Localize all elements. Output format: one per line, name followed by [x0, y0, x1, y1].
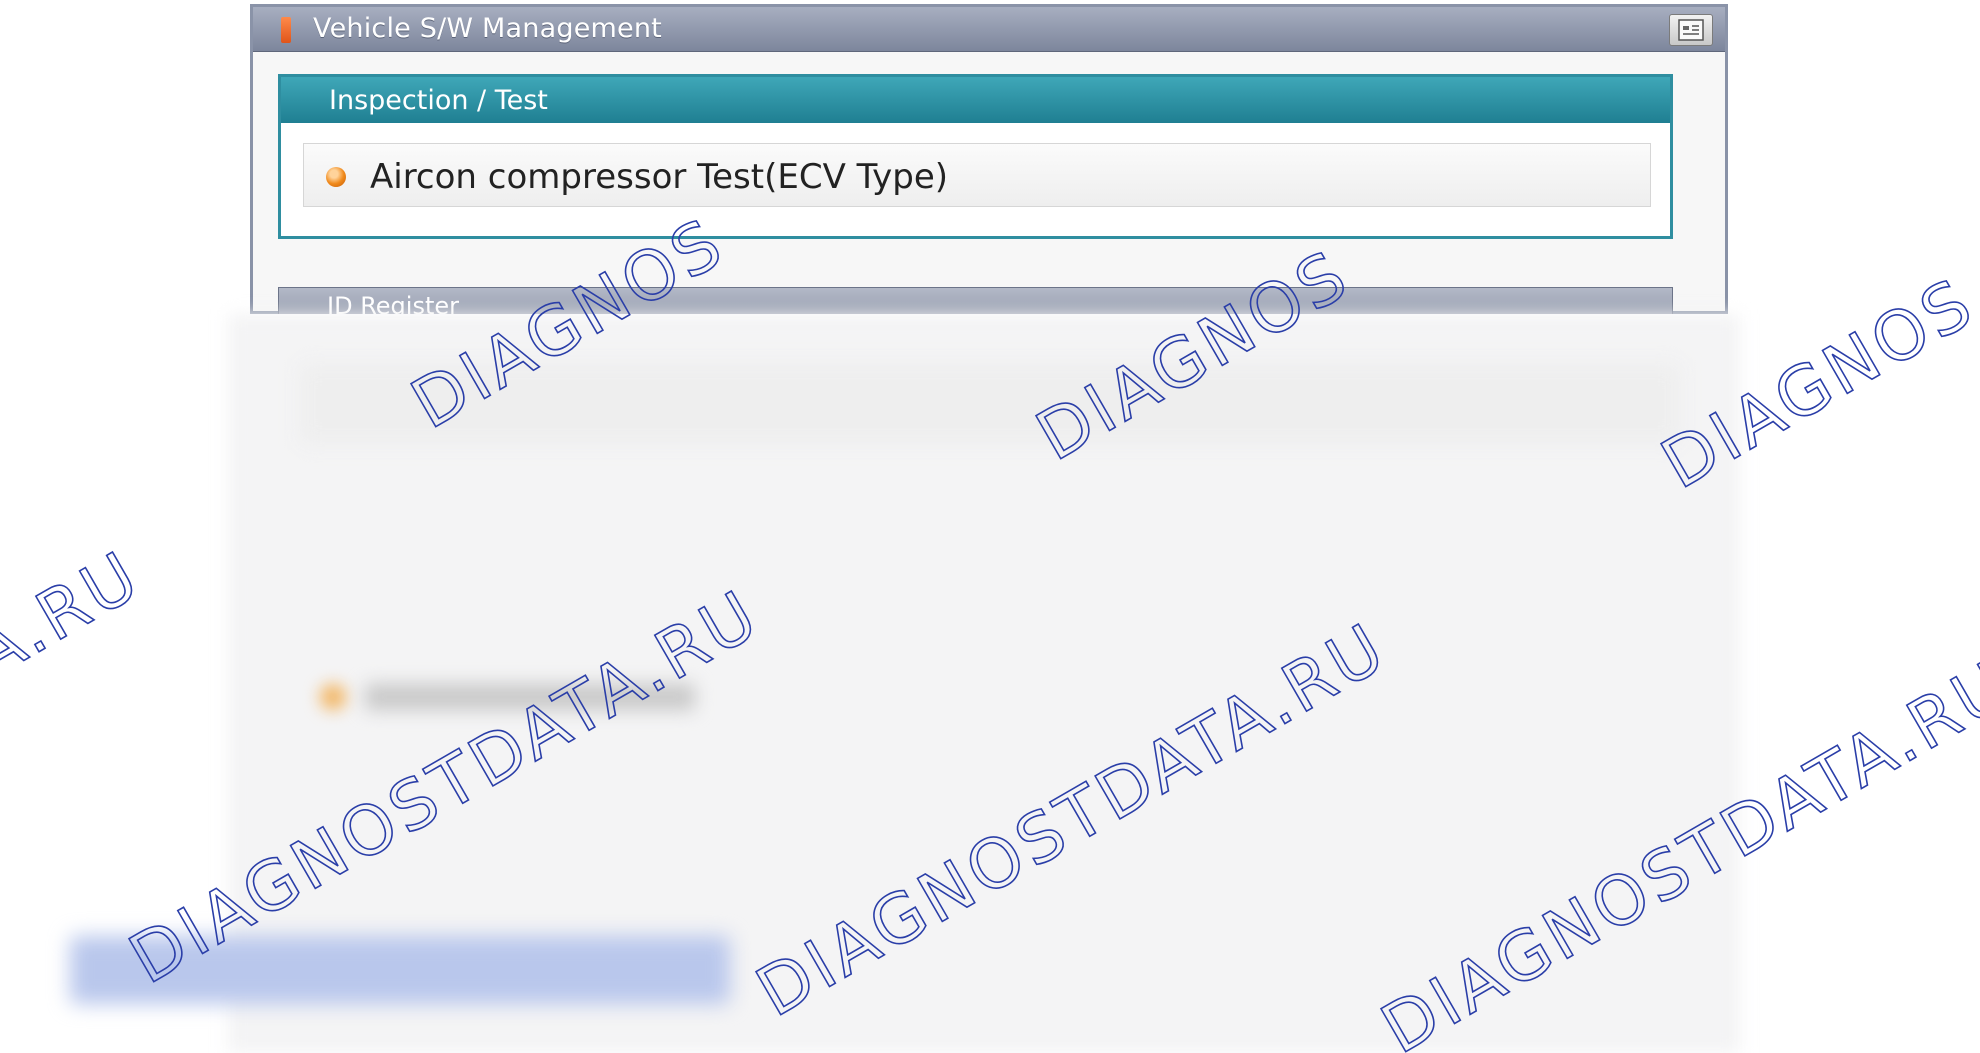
- title-bullet-icon: [281, 17, 291, 43]
- window-menu-icon[interactable]: [1669, 14, 1713, 46]
- vehicle-sw-management-window: Vehicle S/W Management Inspection / Test…: [250, 4, 1728, 327]
- inspection-test-header: Inspection / Test: [281, 77, 1670, 123]
- inspection-item-label: Aircon compressor Test(ECV Type): [370, 157, 949, 197]
- blurred-register-row: [300, 364, 1680, 444]
- blurred-content-area: [0, 314, 1980, 1053]
- blurred-button: [70, 936, 730, 1004]
- inspection-test-heading: Inspection / Test: [329, 85, 548, 116]
- window-titlebar: Vehicle S/W Management: [253, 7, 1725, 52]
- inspection-item-aircon-test[interactable]: Aircon compressor Test(ECV Type): [303, 143, 1651, 207]
- blurred-item-text: [365, 684, 695, 710]
- orange-bullet-icon: [326, 167, 346, 187]
- window-title: Vehicle S/W Management: [313, 13, 662, 44]
- blurred-bullet-icon: [320, 684, 346, 710]
- inspection-test-panel: Inspection / Test Aircon compressor Test…: [278, 74, 1673, 239]
